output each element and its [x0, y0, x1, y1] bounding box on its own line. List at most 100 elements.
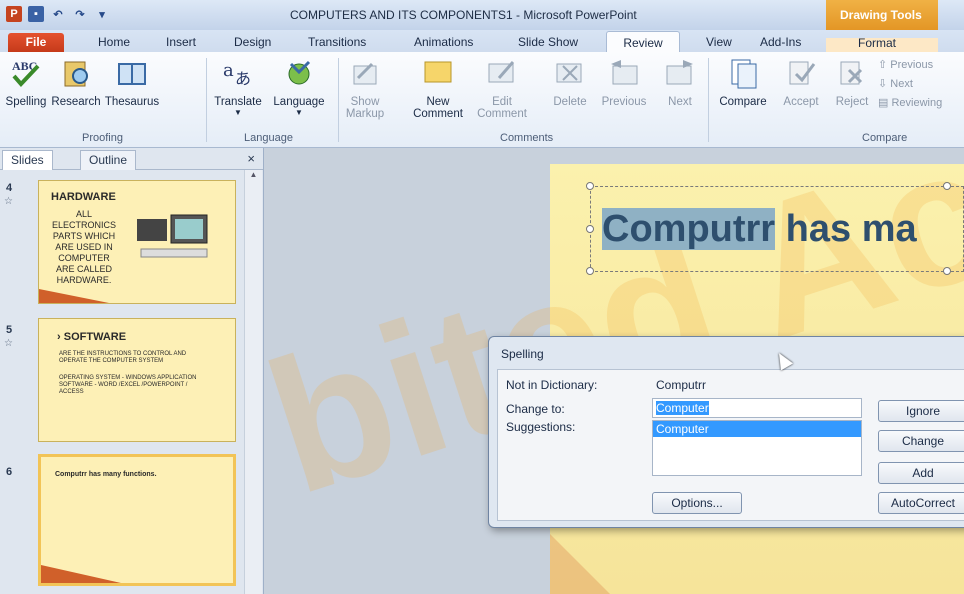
show-markup-icon	[353, 62, 377, 85]
resize-handle[interactable]	[586, 267, 594, 275]
slide-number: 6	[6, 466, 13, 478]
misspelled-word: Computrr	[602, 208, 776, 250]
proofing-group-label: Proofing	[82, 132, 123, 144]
show-markup-label: Show Markup	[345, 96, 385, 120]
tab-add-ins[interactable]: Add-Ins	[760, 35, 801, 49]
new-comment-button[interactable]: New Comment	[404, 56, 472, 120]
delete-comment-button[interactable]: Delete	[546, 56, 594, 108]
dialog-title: Spelling	[501, 347, 544, 361]
group-separator	[708, 58, 709, 142]
tab-transitions[interactable]: Transitions	[308, 35, 366, 49]
tab-review[interactable]: Review	[606, 31, 680, 53]
slide-thumbnail-4[interactable]: HARDWARE ALL ELECTRONICS PARTS WHICH ARE…	[38, 180, 236, 304]
language-dropdown-icon[interactable]: ▼	[268, 108, 330, 117]
thumb-corner-decoration	[41, 565, 121, 583]
research-label: Research	[51, 96, 101, 108]
resize-handle[interactable]	[586, 225, 594, 233]
add-button[interactable]: Add	[878, 462, 964, 484]
slide-thumbnail-5[interactable]: › SOFTWARE ARE THE INSTRUCTIONS TO CONTR…	[38, 318, 236, 442]
change-to-value: Computer	[656, 401, 709, 415]
reviewing-pane-icon: ▤	[878, 97, 892, 109]
change-to-input[interactable]: Computer	[652, 398, 862, 418]
previous-change-button[interactable]: ⇧ Previous	[878, 56, 942, 75]
thesaurus-button[interactable]: Thesaurus	[104, 56, 160, 108]
slides-panel: Slides Outline × 4 ☆ HARDWARE ALL ELECTR…	[0, 148, 264, 594]
research-icon	[64, 61, 88, 87]
close-icon[interactable]: ×	[247, 151, 255, 166]
window-title: COMPUTERS AND ITS COMPONENTS1 - Microsof…	[290, 8, 637, 22]
slide-title[interactable]: Computrr has ma	[602, 208, 917, 251]
tab-outline[interactable]: Outline	[80, 150, 137, 170]
ignore-button[interactable]: Ignore	[878, 400, 964, 422]
tab-slide-show[interactable]: Slide Show	[518, 35, 578, 49]
tab-slides[interactable]: Slides	[2, 150, 53, 170]
compare-group-label: Compare	[862, 132, 908, 144]
research-button[interactable]: Research	[50, 56, 102, 108]
next-change-button[interactable]: ⇩ Next	[878, 75, 942, 94]
translate-icon: aあ	[223, 60, 251, 88]
quick-access-toolbar: P ▪ ↶ ↷ ▾	[6, 6, 110, 22]
dialog-body: Not in Dictionary: Computrr Change to: C…	[497, 369, 964, 521]
reviewing-pane-button[interactable]: ▤ Reviewing	[878, 94, 942, 113]
scroll-up-icon[interactable]: ▲	[245, 170, 262, 179]
options-button[interactable]: Options...	[652, 492, 742, 514]
translate-dropdown-icon[interactable]: ▼	[210, 108, 266, 117]
new-comment-label: New Comment	[413, 96, 463, 120]
resize-handle[interactable]	[586, 182, 594, 190]
panel-scrollbar[interactable]: ▲	[244, 170, 262, 594]
suggestions-list[interactable]: Computer	[652, 420, 862, 476]
resize-handle[interactable]	[943, 182, 951, 190]
compare-button[interactable]: Compare	[712, 56, 774, 108]
reject-button[interactable]: Reject	[830, 56, 874, 108]
show-markup-button[interactable]: Show Markup	[340, 56, 390, 120]
change-button[interactable]: Change	[878, 430, 964, 452]
new-comment-icon	[424, 61, 452, 83]
spelling-button[interactable]: ABC Spelling	[4, 56, 48, 108]
undo-icon[interactable]: ↶	[50, 6, 66, 22]
suggestions-label: Suggestions:	[506, 420, 576, 434]
tab-design[interactable]: Design	[234, 35, 271, 49]
tab-file[interactable]: File	[8, 33, 64, 52]
customize-qat-icon[interactable]: ▾	[94, 6, 110, 22]
previous-comment-button[interactable]: Previous	[596, 56, 652, 108]
next-comment-button[interactable]: Next	[660, 56, 700, 108]
redo-icon[interactable]: ↷	[72, 6, 88, 22]
group-separator	[338, 58, 339, 142]
language-button[interactable]: Language ▼	[268, 56, 330, 117]
next-comment-label: Next	[668, 96, 692, 108]
not-in-dictionary-value: Computrr	[652, 375, 864, 395]
ribbon-tab-row: Home Insert Design Transitions Animation…	[0, 30, 964, 52]
tab-view[interactable]: View	[706, 35, 732, 49]
not-in-dictionary-label: Not in Dictionary:	[506, 378, 598, 392]
powerpoint-app-icon[interactable]: P	[6, 6, 22, 22]
save-icon[interactable]: ▪	[28, 6, 44, 22]
group-separator	[206, 58, 207, 142]
thumb-body: ALL ELECTRONICS PARTS WHICH ARE USED IN …	[51, 209, 116, 285]
next-comment-icon	[666, 60, 693, 85]
accept-button[interactable]: Accept	[778, 56, 824, 108]
autocorrect-button[interactable]: AutoCorrect	[878, 492, 964, 514]
thumb-title: HARDWARE	[51, 191, 116, 203]
spelling-icon: ABC	[12, 59, 40, 87]
translate-button[interactable]: aあ Translate ▼	[210, 56, 266, 117]
title-bar: P ▪ ↶ ↷ ▾ COMPUTERS AND ITS COMPONENTS1 …	[0, 0, 964, 30]
tab-home[interactable]: Home	[98, 35, 130, 49]
next-change-label: Next	[890, 78, 913, 90]
resize-handle[interactable]	[943, 267, 951, 275]
svg-text:あ: あ	[235, 69, 251, 88]
tab-insert[interactable]: Insert	[166, 35, 196, 49]
thesaurus-icon	[118, 63, 146, 85]
edit-comment-button[interactable]: Edit Comment	[474, 56, 530, 120]
tab-format[interactable]: Format	[858, 36, 896, 50]
translate-label: Translate	[214, 96, 262, 108]
suggestion-item[interactable]: Computer	[653, 421, 861, 437]
language-label: Language	[273, 96, 325, 108]
thumb-corner-decoration	[39, 289, 109, 303]
previous-change-label: Previous	[890, 59, 934, 71]
slide-thumbnail-6[interactable]: Computrr has many functions.	[38, 454, 236, 586]
thumb-title: Computrr has many functions.	[55, 471, 157, 478]
tab-animations[interactable]: Animations	[414, 35, 473, 49]
compare-side-buttons: ⇧ Previous ⇩ Next ▤ Reviewing	[878, 56, 942, 113]
reviewing-pane-label: Reviewing	[891, 97, 943, 109]
compare-icon	[731, 59, 757, 89]
